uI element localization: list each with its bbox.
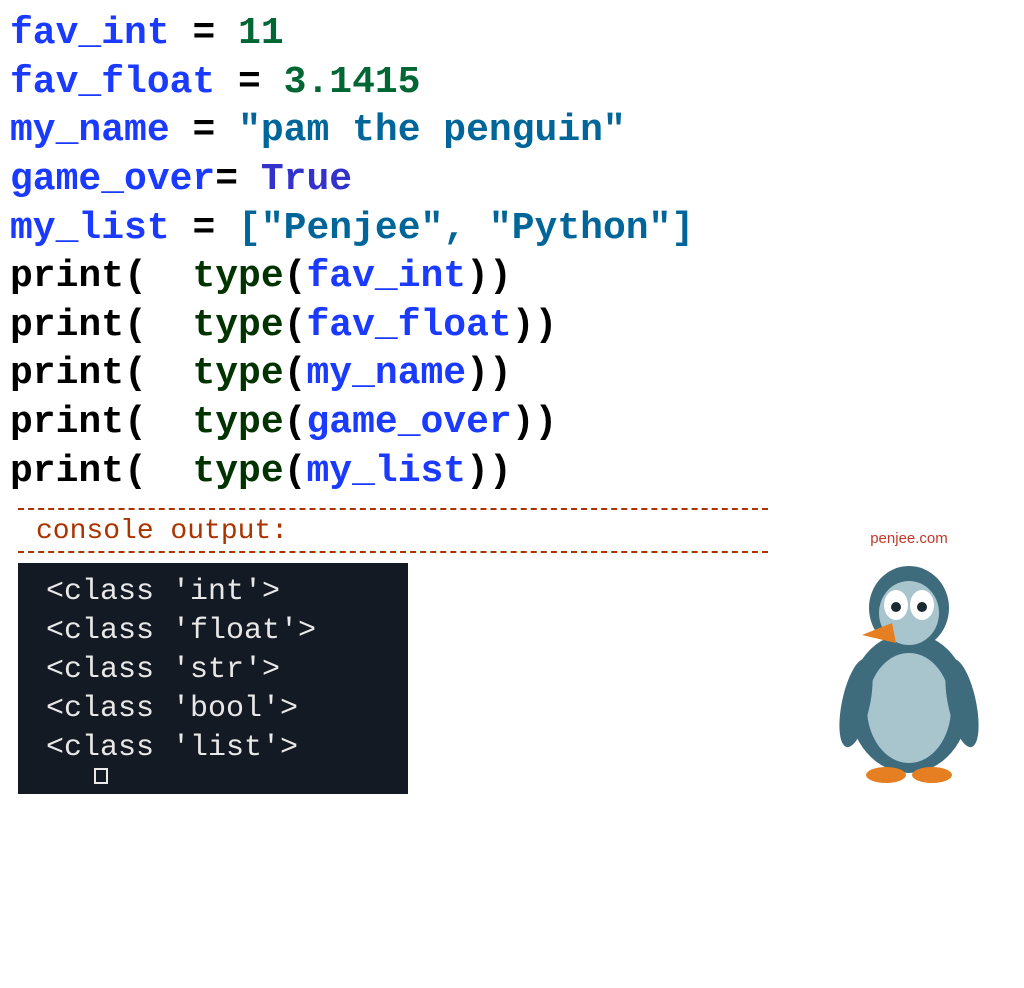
int-literal: 11 bbox=[238, 12, 284, 55]
console-line: <class 'int'> bbox=[46, 573, 394, 612]
python-code-block: fav_int = 11 fav_float = 3.1415 my_name … bbox=[0, 0, 1024, 496]
comma: , bbox=[443, 207, 489, 250]
space bbox=[147, 255, 193, 298]
float-literal: 3.1415 bbox=[284, 61, 421, 104]
bracket-open: [ bbox=[238, 207, 261, 250]
dashed-divider bbox=[18, 551, 768, 553]
console-line: <class 'str'> bbox=[46, 651, 394, 690]
builtin-type: type bbox=[192, 401, 283, 444]
assign-op: = bbox=[215, 61, 283, 104]
code-line-6: print( type(fav_int)) bbox=[10, 253, 1014, 302]
assign-op: = bbox=[170, 12, 238, 55]
bool-literal: True bbox=[261, 158, 352, 201]
code-line-4: game_over= True bbox=[10, 156, 1014, 205]
console-line: <class 'float'> bbox=[46, 612, 394, 651]
terminal-cursor-icon bbox=[94, 768, 108, 784]
paren-close: ) bbox=[489, 255, 512, 298]
code-line-3: my_name = "pam the penguin" bbox=[10, 107, 1014, 156]
paren-open: ( bbox=[284, 304, 307, 347]
paren-open: ( bbox=[284, 255, 307, 298]
builtin-print: print bbox=[10, 255, 124, 298]
variable-ref: my_name bbox=[306, 352, 466, 395]
builtin-type: type bbox=[192, 352, 283, 395]
variable-name: my_list bbox=[10, 207, 170, 250]
bracket-close: ] bbox=[671, 207, 694, 250]
space bbox=[147, 304, 193, 347]
variable-ref: game_over bbox=[306, 401, 511, 444]
builtin-type: type bbox=[192, 304, 283, 347]
variable-ref: fav_int bbox=[306, 255, 466, 298]
variable-name: my_name bbox=[10, 109, 170, 152]
paren-open: ( bbox=[284, 401, 307, 444]
space bbox=[147, 401, 193, 444]
code-line-10: print( type(my_list)) bbox=[10, 448, 1014, 497]
assign-op: = bbox=[215, 158, 261, 201]
site-tag-label: penjee.com bbox=[824, 530, 994, 547]
code-line-9: print( type(game_over)) bbox=[10, 399, 1014, 448]
variable-name: fav_float bbox=[10, 61, 215, 104]
paren-open: ( bbox=[124, 401, 147, 444]
builtin-print: print bbox=[10, 450, 124, 493]
paren-open: ( bbox=[284, 450, 307, 493]
builtin-print: print bbox=[10, 352, 124, 395]
string-literal: "pam the penguin" bbox=[238, 109, 626, 152]
assign-op: = bbox=[170, 207, 238, 250]
dashed-divider bbox=[18, 508, 768, 510]
penguin-mascot-group: penjee.com bbox=[824, 530, 994, 788]
builtin-type: type bbox=[192, 450, 283, 493]
paren-open: ( bbox=[284, 352, 307, 395]
penguin-icon bbox=[824, 553, 994, 783]
variable-name: game_over bbox=[10, 158, 215, 201]
paren-close: ) bbox=[466, 352, 489, 395]
builtin-print: print bbox=[10, 304, 124, 347]
code-line-8: print( type(my_name)) bbox=[10, 350, 1014, 399]
code-line-5: my_list = ["Penjee", "Python"] bbox=[10, 205, 1014, 254]
builtin-print: print bbox=[10, 401, 124, 444]
paren-open: ( bbox=[124, 450, 147, 493]
variable-name: fav_int bbox=[10, 12, 170, 55]
variable-ref: my_list bbox=[306, 450, 466, 493]
assign-op: = bbox=[170, 109, 238, 152]
paren-close: ) bbox=[489, 450, 512, 493]
console-line: <class 'list'> bbox=[46, 729, 394, 768]
space bbox=[147, 450, 193, 493]
string-literal: "Python" bbox=[489, 207, 671, 250]
paren-open: ( bbox=[124, 304, 147, 347]
paren-close: ) bbox=[535, 304, 558, 347]
cursor-row bbox=[46, 768, 394, 788]
builtin-type: type bbox=[192, 255, 283, 298]
string-literal: "Penjee" bbox=[261, 207, 443, 250]
code-line-7: print( type(fav_float)) bbox=[10, 302, 1014, 351]
paren-close: ) bbox=[535, 401, 558, 444]
console-output-box: <class 'int'> <class 'float'> <class 'st… bbox=[18, 563, 408, 794]
paren-close: ) bbox=[489, 352, 512, 395]
console-line: <class 'bool'> bbox=[46, 690, 394, 729]
paren-close: ) bbox=[466, 450, 489, 493]
variable-ref: fav_float bbox=[306, 304, 511, 347]
code-line-2: fav_float = 3.1415 bbox=[10, 59, 1014, 108]
space bbox=[147, 352, 193, 395]
paren-close: ) bbox=[512, 401, 535, 444]
paren-close: ) bbox=[512, 304, 535, 347]
paren-open: ( bbox=[124, 255, 147, 298]
code-line-1: fav_int = 11 bbox=[10, 10, 1014, 59]
paren-close: ) bbox=[466, 255, 489, 298]
paren-open: ( bbox=[124, 352, 147, 395]
